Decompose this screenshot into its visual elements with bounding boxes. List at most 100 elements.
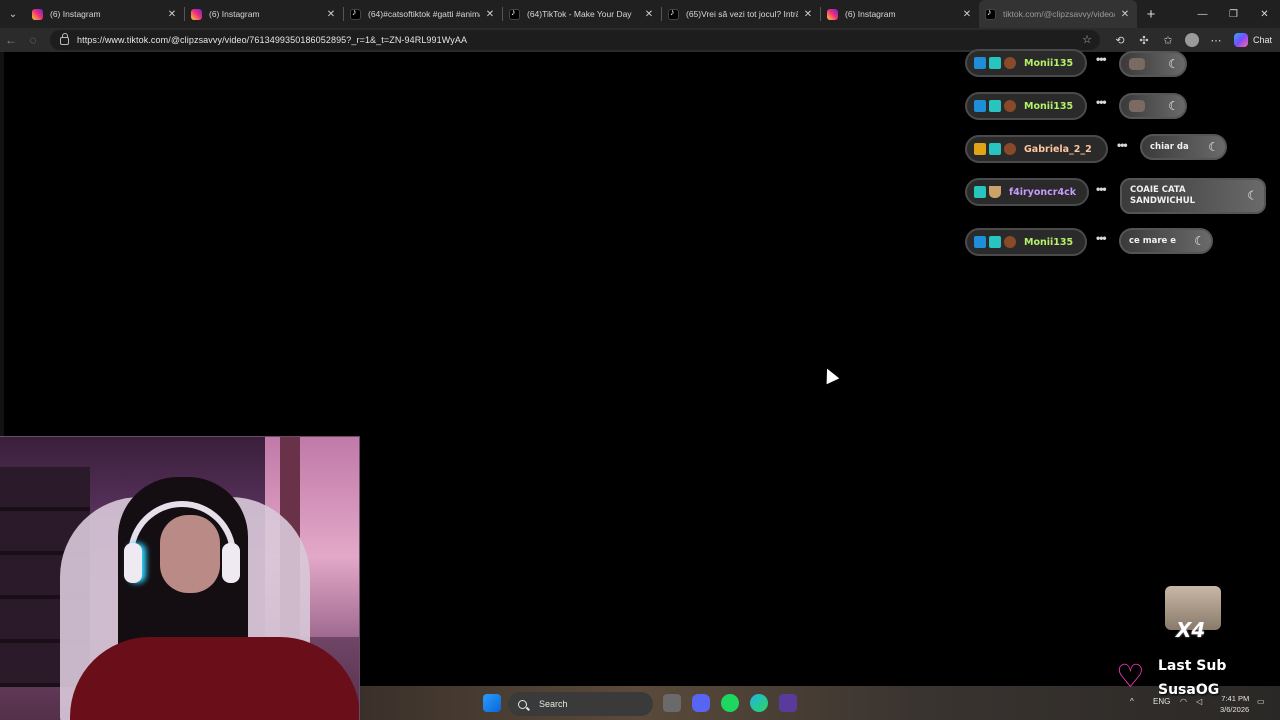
volume-icon[interactable]: ◁ [1196, 697, 1202, 706]
url-text: https://www.tiktok.com/@clipzsavvy/video… [77, 35, 468, 45]
cup-badge-icon [989, 186, 1001, 198]
tab-4[interactable]: (64)TikTok - Make Your Day ✕ [503, 0, 661, 28]
edge-icon[interactable] [750, 694, 768, 712]
tab-title: (6) Instagram [845, 9, 896, 19]
lock-icon [60, 33, 69, 45]
close-icon[interactable]: ✕ [484, 9, 496, 20]
language-indicator[interactable]: ENG [1153, 697, 1170, 706]
tab-5[interactable]: (65)Vrei să vezi tot jocul? Intră pe ✕ [662, 0, 820, 28]
tab-title: tiktok.com/@clipzsavvy/video/76 [1003, 9, 1115, 19]
close-icon[interactable]: ✕ [166, 9, 178, 20]
instagram-icon [827, 8, 838, 20]
tab-1[interactable]: (6) Instagram ✕ [26, 0, 184, 28]
moon-icon: ☾ [1168, 57, 1179, 71]
loading-icon[interactable]: ◌ [22, 29, 44, 51]
badge-icon [1004, 143, 1016, 155]
new-tab-plus-icon[interactable]: + [1137, 0, 1165, 28]
instagram-icon [32, 8, 43, 20]
tab-title: (64)#catsoftiktok #gatti #animalfu [368, 9, 480, 19]
minimize-icon[interactable]: — [1187, 0, 1218, 28]
tab-actions-chevron-icon[interactable]: ⌄ [0, 0, 26, 28]
clock[interactable]: 7:41 PM 3/6/2026 [1220, 693, 1249, 715]
badge-icon [989, 57, 1001, 69]
moon-icon: ☾ [1247, 188, 1258, 203]
notification-icon[interactable]: ▭ [1257, 697, 1265, 706]
chat-username: f4iryoncr4ck [1009, 186, 1077, 198]
tab-3[interactable]: (64)#catsoftiktok #gatti #animalfu ✕ [344, 0, 502, 28]
tab-2[interactable]: (6) Instagram ✕ [185, 0, 343, 28]
wifi-icon[interactable]: ◠ [1180, 697, 1187, 706]
tab-title: (65)Vrei să vezi tot jocul? Intră pe [686, 9, 798, 19]
discord-icon[interactable] [692, 694, 710, 712]
chat-user-pill: Gabriela_2_2 [965, 135, 1108, 163]
extensions-icon[interactable]: ⟲ [1108, 29, 1132, 51]
extension-puzzle-icon[interactable]: ✣ [1132, 29, 1156, 51]
favorites-icon[interactable]: ✩ [1156, 29, 1180, 51]
close-icon[interactable]: ✕ [643, 9, 655, 20]
last-sub-name: SusaOG [1158, 682, 1220, 698]
favorite-star-icon[interactable]: ☆ [1082, 33, 1092, 46]
moon-icon: ☾ [1194, 234, 1205, 248]
last-sub-label: Last Sub [1158, 658, 1227, 674]
badge-icon [974, 236, 986, 248]
screen: ⌄ (6) Instagram ✕ (6) Instagram ✕ (64)#c… [0, 0, 1280, 720]
badge-icon [974, 57, 986, 69]
tab-7-active[interactable]: tiktok.com/@clipzsavvy/video/76 ✕ [979, 0, 1137, 28]
chat-user-pill: Monii135 [965, 228, 1087, 256]
windows-start-icon[interactable] [483, 694, 501, 712]
tab-strip: ⌄ (6) Instagram ✕ (6) Instagram ✕ (64)#c… [0, 0, 1280, 28]
chat-user-pill: Monii135 [965, 92, 1087, 120]
emote-icon [1129, 100, 1145, 112]
url-field[interactable]: https://www.tiktok.com/@clipzsavvy/video… [50, 30, 1100, 50]
file-explorer-icon[interactable] [663, 694, 681, 712]
spotify-icon[interactable] [721, 694, 739, 712]
chat-username: Gabriela_2_2 [1024, 143, 1092, 155]
restore-icon[interactable]: ❐ [1218, 0, 1249, 28]
headset-earcup [124, 543, 142, 583]
taskbar-search-label: Search [539, 699, 568, 709]
moon-icon: ☾ [1208, 140, 1219, 154]
badge-icon [974, 186, 986, 198]
chat-message-text: ce mare e [1129, 236, 1177, 246]
dots-icon: ••• [1096, 52, 1107, 66]
tray-chevron-icon[interactable]: ^ [1130, 697, 1134, 706]
copilot-label: Chat [1253, 35, 1273, 45]
badge-icon [989, 100, 1001, 112]
copilot-chat-button[interactable]: Chat [1234, 33, 1272, 47]
profile-avatar[interactable] [1180, 29, 1204, 51]
heart-icon: ♡ [1116, 658, 1145, 694]
instagram-icon [191, 8, 202, 20]
toolbar-buttons: ⟲ ✣ ✩ ⋯ [1108, 29, 1228, 51]
sub-multiplier: X4 [1176, 618, 1206, 642]
chat-message-text: chiar da [1150, 142, 1189, 152]
webcam-feed [0, 436, 360, 720]
tiktok-icon [509, 7, 520, 20]
close-icon[interactable]: ✕ [1119, 9, 1131, 20]
chat-message-bubble: COAIE CATA SANDWICHUL ☾ [1120, 178, 1266, 214]
tiktok-icon [350, 7, 361, 20]
tiktok-icon [668, 7, 679, 20]
dots-icon: ••• [1096, 182, 1107, 196]
back-arrow-icon[interactable]: ← [0, 29, 22, 51]
badge-icon [989, 236, 1001, 248]
moon-icon: ☾ [1168, 99, 1179, 113]
close-icon[interactable]: ✕ [961, 9, 973, 20]
close-window-icon[interactable]: ✕ [1249, 0, 1280, 28]
chat-message-bubble: ☾ [1119, 51, 1187, 77]
badge-icon [989, 143, 1001, 155]
chat-message-bubble: chiar da ☾ [1140, 134, 1227, 160]
tab-6[interactable]: (6) Instagram ✕ [821, 0, 979, 28]
app-icon[interactable] [779, 694, 797, 712]
taskbar-search[interactable]: Search [508, 692, 653, 716]
chat-username: Monii135 [1024, 57, 1074, 69]
chat-user-pill: f4iryoncr4ck [965, 178, 1089, 206]
headset-earcup [222, 543, 240, 583]
address-bar-row: ← ◌ https://www.tiktok.com/@clipzsavvy/v… [0, 28, 1280, 52]
close-icon[interactable]: ✕ [325, 9, 337, 20]
emote-icon [1129, 58, 1145, 70]
badge-icon [1004, 57, 1016, 69]
tiktok-icon [985, 7, 996, 20]
close-icon[interactable]: ✕ [802, 9, 814, 20]
copilot-icon [1234, 33, 1248, 47]
more-menu-icon[interactable]: ⋯ [1204, 29, 1228, 51]
